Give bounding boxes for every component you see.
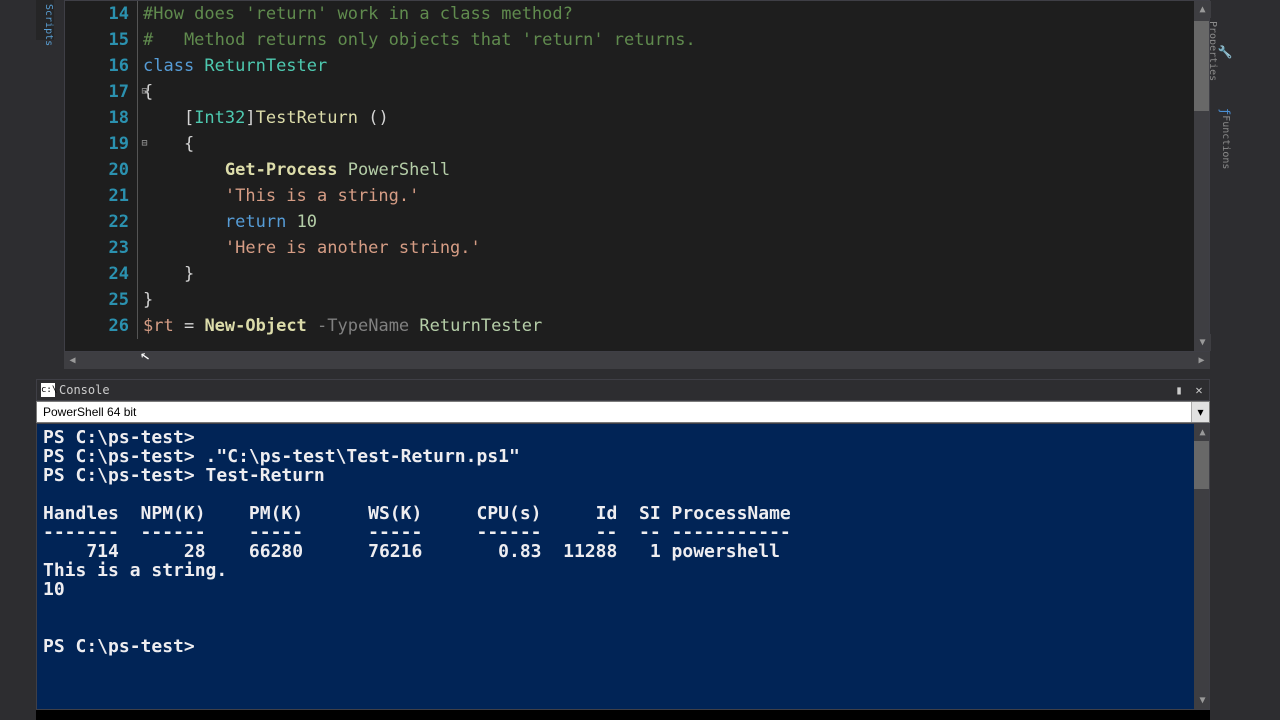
right-panel-tabs: 🔧Properties ƒFunctions	[1212, 0, 1232, 200]
scroll-up-icon[interactable]: ▲	[1194, 1, 1211, 18]
line-number: 26	[65, 313, 129, 339]
dropdown-icon[interactable]: ▾	[1191, 402, 1209, 422]
scroll-down-icon[interactable]: ▼	[1194, 334, 1211, 351]
terminal-line: ------- ------ ----- ----- ------ -- -- …	[43, 523, 1203, 542]
fold-marker[interactable]	[137, 287, 151, 313]
editor-vscroll-thumb[interactable]	[1194, 21, 1209, 111]
line-number: 20	[65, 157, 129, 183]
terminal-line: 714 28 66280 76216 0.83 11288 1 powershe…	[43, 542, 1203, 561]
line-number: 25	[65, 287, 129, 313]
code-line[interactable]: 'Here is another string.'	[143, 235, 1209, 261]
scroll-down-icon[interactable]: ▼	[1194, 692, 1210, 709]
fold-marker[interactable]	[137, 235, 151, 261]
code-line[interactable]: return 10	[143, 209, 1209, 235]
fold-marker[interactable]	[137, 313, 151, 339]
terminal-vscroll-thumb[interactable]	[1194, 439, 1209, 489]
fold-marker[interactable]	[137, 1, 151, 27]
code-line[interactable]: # Method returns only objects that 'retu…	[143, 27, 1209, 53]
terminal-line: Handles NPM(K) PM(K) WS(K) CPU(s) Id SI …	[43, 504, 1203, 523]
code-line[interactable]: class ReturnTester	[143, 53, 1209, 79]
terminal-line	[43, 485, 1203, 504]
terminal-line	[43, 599, 1203, 618]
fold-marker[interactable]	[137, 157, 151, 183]
properties-icon: 🔧	[1218, 44, 1232, 59]
code-line[interactable]: 'This is a string.'	[143, 183, 1209, 209]
fold-marker[interactable]	[137, 261, 151, 287]
line-number: 24	[65, 261, 129, 287]
code-line[interactable]: {	[143, 131, 1209, 157]
terminal-line: 10	[43, 580, 1203, 599]
line-number: 17	[65, 79, 129, 105]
fold-marker[interactable]	[137, 105, 151, 131]
terminal-vscrollbar[interactable]: ▲ ▼	[1194, 424, 1209, 709]
pin-button[interactable]: ▮	[1169, 383, 1189, 397]
fold-marker[interactable]: ⊟	[137, 131, 151, 157]
code-line[interactable]: }	[143, 261, 1209, 287]
fold-column[interactable]: ⊟⊟	[137, 1, 151, 339]
functions-tab[interactable]: ƒFunctions	[1212, 96, 1232, 176]
line-number: 15	[65, 27, 129, 53]
fold-marker[interactable]: ⊟	[137, 79, 151, 105]
line-number: 14	[65, 1, 129, 27]
terminal-line	[43, 618, 1203, 637]
close-button[interactable]: ✕	[1189, 383, 1209, 397]
terminal-line: PS C:\ps-test>	[43, 428, 1203, 447]
line-number: 19	[65, 131, 129, 157]
fold-marker[interactable]	[137, 53, 151, 79]
code-line[interactable]: Get-Process PowerShell	[143, 157, 1209, 183]
terminal-line: PS C:\ps-test> Test-Return	[43, 466, 1203, 485]
fold-marker[interactable]	[137, 209, 151, 235]
fold-marker[interactable]	[137, 183, 151, 209]
console-icon: c:\	[41, 383, 55, 397]
line-number: 21	[65, 183, 129, 209]
console-host-value: PowerShell 64 bit	[43, 405, 136, 419]
code-line[interactable]: [Int32]TestReturn ()	[143, 105, 1209, 131]
terminal-line: PS C:\ps-test>	[43, 637, 1203, 656]
editor-hscrollbar[interactable]: ◀ ▶	[64, 352, 1210, 369]
console-title: Console	[59, 383, 1169, 397]
code-area[interactable]: #How does 'return' work in a class metho…	[137, 1, 1209, 351]
line-number: 23	[65, 235, 129, 261]
scroll-left-icon[interactable]: ◀	[64, 352, 81, 369]
scroll-right-icon[interactable]: ▶	[1193, 352, 1210, 369]
editor-vscrollbar[interactable]: ▲ ▼	[1194, 1, 1209, 351]
scroll-up-icon[interactable]: ▲	[1194, 424, 1210, 441]
terminal-bottom-bar	[36, 710, 1210, 720]
terminal-line: This is a string.	[43, 561, 1203, 580]
line-number: 16	[65, 53, 129, 79]
code-line[interactable]: $rt = New-Object -TypeName ReturnTester	[143, 313, 1209, 339]
code-line[interactable]: }	[143, 287, 1209, 313]
functions-icon: ƒ	[1218, 108, 1232, 115]
console-host-select[interactable]: PowerShell 64 bit ▾	[36, 401, 1210, 423]
line-number: 18	[65, 105, 129, 131]
line-number: 22	[65, 209, 129, 235]
fold-marker[interactable]	[137, 27, 151, 53]
console-header: c:\ Console ▮ ✕	[36, 379, 1210, 401]
code-line[interactable]: {	[143, 79, 1209, 105]
terminal-line: PS C:\ps-test> ."C:\ps-test\Test-Return.…	[43, 447, 1203, 466]
line-gutter: 14151617181920212223242526	[65, 1, 137, 351]
code-editor[interactable]: 14151617181920212223242526 ⊟⊟ #How does …	[64, 0, 1210, 352]
properties-tab[interactable]: 🔧Properties	[1212, 8, 1232, 88]
code-line[interactable]: #How does 'return' work in a class metho…	[143, 1, 1209, 27]
terminal-output[interactable]: PS C:\ps-test>PS C:\ps-test> ."C:\ps-tes…	[36, 423, 1210, 710]
